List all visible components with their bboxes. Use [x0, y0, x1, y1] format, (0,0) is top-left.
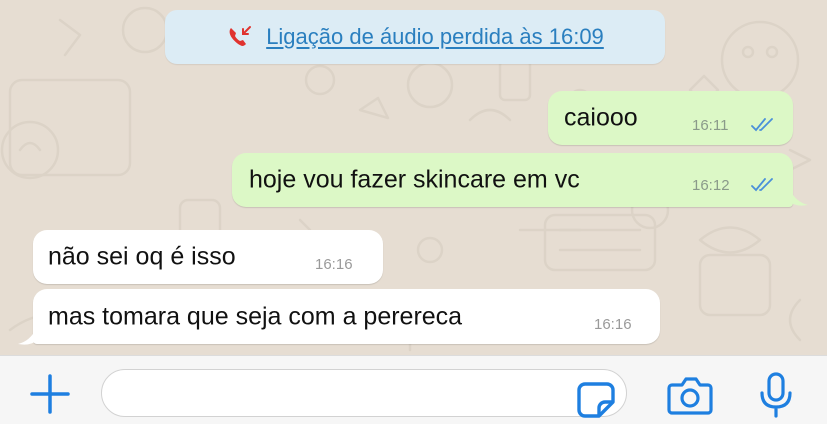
message-text: hoje vou fazer skincare em vc	[249, 165, 580, 194]
missed-call-icon	[229, 26, 252, 46]
message-bubble-outgoing[interactable]: hoje vou fazer skincare em vc 16:12	[232, 153, 793, 207]
missed-call-notice[interactable]: Ligação de áudio perdida às 16:09	[165, 10, 665, 64]
microphone-icon[interactable]	[758, 371, 794, 419]
message-bubble-incoming[interactable]: mas tomara que seja com a perereca 16:16	[33, 289, 660, 344]
sticker-icon[interactable]	[577, 380, 617, 420]
message-time: 16:12	[692, 177, 730, 194]
message-bubble-outgoing[interactable]: caiooo 16:11	[548, 91, 793, 145]
message-time: 16:16	[594, 316, 632, 333]
read-receipt-icon	[751, 178, 773, 192]
bubble-tail-incoming	[18, 329, 36, 345]
message-text: mas tomara que seja com a perereca	[48, 302, 463, 330]
chat-area: Ligação de áudio perdida às 16:09 caiooo…	[0, 0, 827, 355]
message-text: caiooo	[564, 103, 638, 132]
camera-icon[interactable]	[666, 373, 714, 417]
missed-call-text: Ligação de áudio perdida às 16:09	[266, 24, 604, 49]
message-time: 16:11	[692, 117, 729, 134]
message-text: não sei oq é isso	[48, 242, 236, 271]
read-receipt-icon	[751, 118, 773, 132]
plus-icon[interactable]	[28, 372, 72, 416]
message-time: 16:16	[315, 256, 353, 273]
message-input-bar	[0, 355, 827, 424]
message-bubble-incoming[interactable]: não sei oq é isso 16:16	[33, 230, 383, 284]
bubble-tail-outgoing	[790, 190, 808, 206]
message-input-field[interactable]	[101, 369, 627, 417]
